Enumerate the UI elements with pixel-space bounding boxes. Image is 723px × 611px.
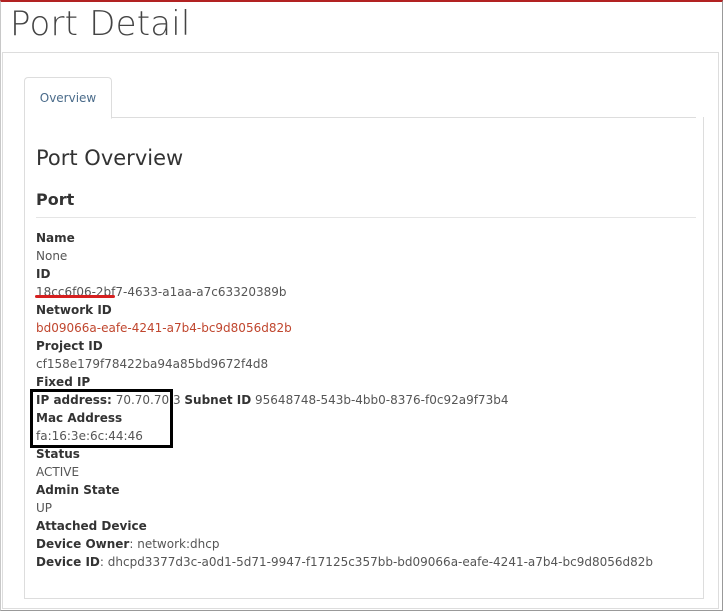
device-id-row: Device ID: dhcpd3377d3c-a0d1-5d71-9947-f… (36, 555, 653, 569)
page-title: Port Detail (10, 4, 191, 44)
id-label: ID (36, 267, 51, 281)
admin-state-value: UP (36, 501, 53, 515)
device-owner-value: network:dhcp (137, 537, 220, 551)
subnet-id-value: 95648748-543b-4bb0-8376-f0c92a9f73b4 (255, 393, 509, 407)
admin-state-label: Admin State (36, 483, 120, 497)
subnet-id-label: Subnet ID (184, 393, 252, 407)
annotation-underline (35, 295, 115, 298)
section-divider (36, 217, 696, 218)
id-value: 18cc6f06-2bf7-4633-a1aa-a7c63320389b (36, 285, 287, 299)
tab-bar: Overview (24, 77, 696, 119)
section-title-port: Port (36, 190, 75, 209)
device-id-value: dhcpd3377d3c-a0d1-5d71-9947-f17125c357bb… (107, 555, 653, 569)
attached-device-label: Attached Device (36, 519, 147, 533)
name-value: None (36, 249, 68, 263)
device-owner-row: Device Owner: network:dhcp (36, 537, 220, 551)
annotation-highlight-box (30, 389, 173, 448)
network-id-link[interactable]: bd09066a-eafe-4241-a7b4-bc9d8056d82b (36, 321, 292, 335)
name-label: Name (36, 231, 75, 245)
status-value: ACTIVE (36, 465, 80, 479)
project-id-label: Project ID (36, 339, 103, 353)
device-owner-label: Device Owner (36, 537, 130, 551)
tab-overview[interactable]: Overview (24, 77, 112, 119)
overview-title: Port Overview (36, 146, 184, 170)
device-id-label: Device ID (36, 555, 100, 569)
network-id-label: Network ID (36, 303, 112, 317)
project-id-value: cf158e179f78422ba94a85bd9672f4d8 (36, 357, 269, 371)
